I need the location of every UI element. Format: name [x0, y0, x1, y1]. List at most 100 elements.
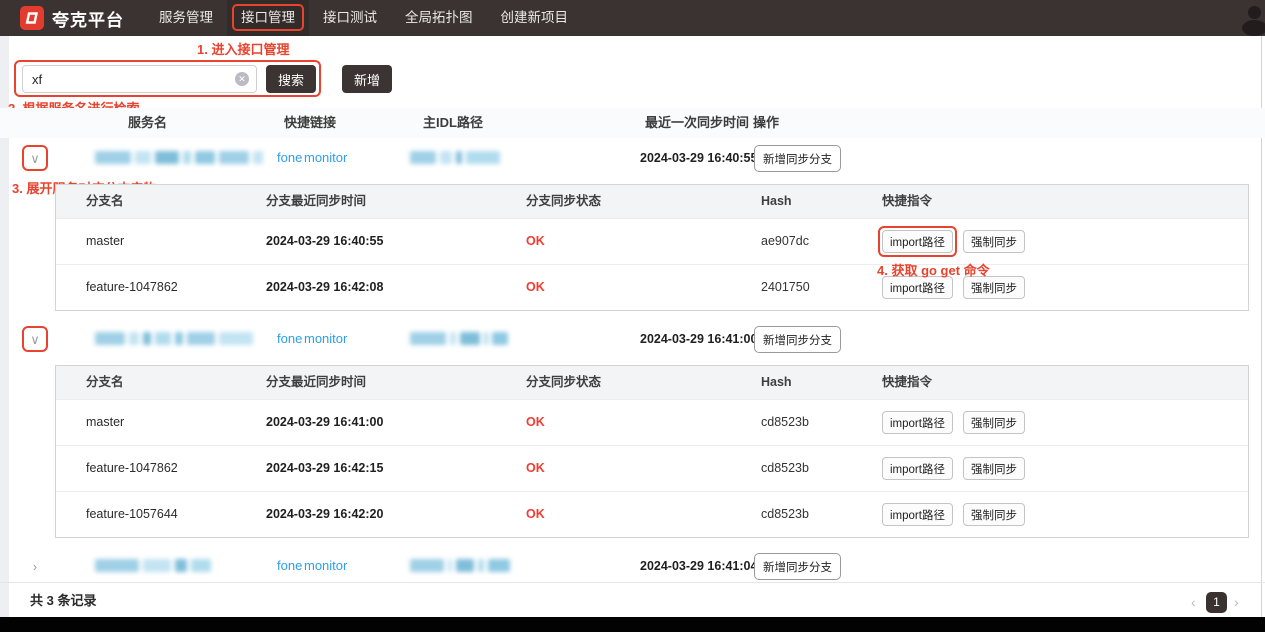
redacted-segment	[466, 151, 500, 164]
monitor-link[interactable]: monitor	[304, 319, 347, 359]
redacted-segment	[195, 151, 215, 164]
brand-title: 夸克平台	[52, 6, 124, 31]
service-name-redacted	[95, 559, 211, 572]
branch-name: master	[86, 219, 124, 264]
branch-row: master 2024-03-29 16:41:00 OK cd8523b im…	[56, 399, 1248, 445]
col-branch-sync-time: 分支最近同步时间	[266, 366, 366, 399]
branch-hash: ae907dc	[761, 219, 809, 264]
redacted-segment	[484, 332, 488, 345]
branch-table: 分支名 分支最近同步时间 分支同步状态 Hash 快捷指令 master 202…	[55, 365, 1249, 538]
col-branch-name: 分支名	[86, 185, 124, 218]
nav-tab-create-new-project[interactable]: 创建新项目	[487, 0, 583, 36]
annotation-step4: 4. 获取 go get 命令	[877, 260, 990, 279]
last-sync-time: 2024-03-29 16:41:04	[640, 546, 757, 586]
page-number-button[interactable]: 1	[1206, 592, 1227, 613]
import-path-button[interactable]: import路径	[882, 276, 953, 299]
branch-sync-status: OK	[526, 400, 545, 445]
fone-link[interactable]: fone	[277, 138, 302, 178]
col-hash: Hash	[761, 185, 792, 218]
next-page-icon[interactable]: ›	[1234, 594, 1239, 610]
redacted-segment	[492, 332, 508, 345]
nav-tab-label: 接口管理	[241, 10, 295, 25]
redacted-segment	[410, 151, 436, 164]
fone-link[interactable]: fone	[277, 546, 302, 586]
monitor-link[interactable]: monitor	[304, 138, 347, 178]
branch-row: feature-1057644 2024-03-29 16:42:20 OK c…	[56, 491, 1248, 537]
service-table-header: 服务名 快捷链接 主IDL路径 最近一次同步时间 操作	[0, 108, 1265, 138]
redacted-segment	[253, 151, 263, 164]
top-navbar: 夸克平台 服务管理 接口管理 接口测试 全局拓扑图 创建新项目	[0, 0, 1265, 36]
col-action: 操作	[753, 108, 779, 138]
add-sync-branch-button[interactable]: 新增同步分支	[754, 326, 841, 353]
user-avatar-icon[interactable]	[1241, 4, 1265, 34]
redacted-segment	[460, 332, 480, 345]
service-table: 服务名 快捷链接 主IDL路径 最近一次同步时间 操作 ∨ fone monit…	[0, 108, 1265, 583]
redacted-segment	[143, 559, 171, 572]
col-last-sync: 最近一次同步时间	[645, 108, 749, 138]
quark-logo-glyph	[23, 9, 41, 27]
branch-sync-time: 2024-03-29 16:41:00	[266, 400, 383, 445]
force-sync-button[interactable]: 强制同步	[963, 457, 1025, 480]
search-input[interactable]	[22, 65, 257, 93]
redacted-segment	[95, 332, 125, 345]
import-path-button[interactable]: import路径	[882, 503, 953, 526]
nav-tab-interface-management[interactable]: 接口管理	[227, 0, 309, 36]
branch-name: feature-1057644	[86, 492, 178, 537]
search-button[interactable]: 搜索	[266, 65, 316, 93]
brand-logo-icon[interactable]	[20, 6, 44, 30]
app-root: 夸克平台 服务管理 接口管理 接口测试 全局拓扑图 创建新项目 1. 进入接口管…	[0, 0, 1265, 632]
col-quick-links: 快捷链接	[284, 108, 336, 138]
branch-commands: import路径 强制同步	[882, 503, 1025, 526]
import-path-button[interactable]: import路径	[882, 457, 953, 480]
branch-sync-time: 2024-03-29 16:40:55	[266, 219, 383, 264]
redacted-segment	[478, 559, 484, 572]
nav-tab-global-topology[interactable]: 全局拓扑图	[391, 0, 487, 36]
nav-tab-service-management[interactable]: 服务管理	[145, 0, 227, 36]
add-sync-branch-button[interactable]: 新增同步分支	[754, 145, 841, 172]
branch-sync-time: 2024-03-29 16:42:20	[266, 492, 383, 537]
redacted-segment	[450, 332, 456, 345]
branch-hash: cd8523b	[761, 446, 809, 491]
col-branch-name: 分支名	[86, 366, 124, 399]
annotation-step1: 1. 进入接口管理	[197, 39, 289, 58]
branch-row: master 2024-03-29 16:40:55 OK ae907dc im…	[56, 218, 1248, 264]
import-path-button[interactable]: import路径	[882, 411, 953, 434]
add-sync-branch-button[interactable]: 新增同步分支	[754, 553, 841, 580]
force-sync-button[interactable]: 强制同步	[963, 411, 1025, 434]
avatar-head-shape	[1248, 6, 1261, 19]
idl-path-redacted	[410, 151, 500, 164]
import-path-wrap: import路径	[882, 411, 953, 434]
branch-name: master	[86, 400, 124, 445]
redacted-segment	[448, 559, 452, 572]
force-sync-button[interactable]: 强制同步	[963, 276, 1025, 299]
last-sync-time: 2024-03-29 16:41:00	[640, 319, 757, 359]
monitor-link[interactable]: monitor	[304, 546, 347, 586]
redacted-segment	[488, 559, 510, 572]
branch-table: 分支名 分支最近同步时间 分支同步状态 Hash 快捷指令 master 202…	[55, 184, 1249, 311]
prev-page-icon[interactable]: ‹	[1191, 594, 1196, 610]
branch-table-header: 分支名 分支最近同步时间 分支同步状态 Hash 快捷指令	[56, 185, 1248, 218]
import-path-wrap: import路径	[882, 457, 953, 480]
force-sync-button[interactable]: 强制同步	[963, 503, 1025, 526]
branch-table-header: 分支名 分支最近同步时间 分支同步状态 Hash 快捷指令	[56, 366, 1248, 399]
fone-link[interactable]: fone	[277, 319, 302, 359]
redacted-segment	[187, 332, 215, 345]
force-sync-button[interactable]: 强制同步	[963, 230, 1025, 253]
expand-chevron-icon[interactable]: ›	[25, 556, 45, 576]
service-name-redacted	[95, 332, 253, 345]
idl-path-redacted	[410, 559, 510, 572]
add-button[interactable]: 新增	[342, 65, 392, 93]
redacted-segment	[440, 151, 452, 164]
branch-sync-time: 2024-03-29 16:42:15	[266, 446, 383, 491]
records-total: 共 3 条记录	[30, 590, 96, 609]
import-path-button[interactable]: import路径	[882, 230, 953, 253]
service-name-redacted	[95, 151, 263, 164]
expand-chevron-icon[interactable]: ∨	[25, 329, 45, 349]
branch-sync-status: OK	[526, 265, 545, 310]
redacted-segment	[456, 559, 474, 572]
clear-input-icon[interactable]: ✕	[235, 72, 249, 86]
redacted-segment	[95, 559, 139, 572]
redacted-segment	[155, 151, 179, 164]
expand-chevron-icon[interactable]: ∨	[25, 148, 45, 168]
nav-tab-interface-test[interactable]: 接口测试	[309, 0, 391, 36]
